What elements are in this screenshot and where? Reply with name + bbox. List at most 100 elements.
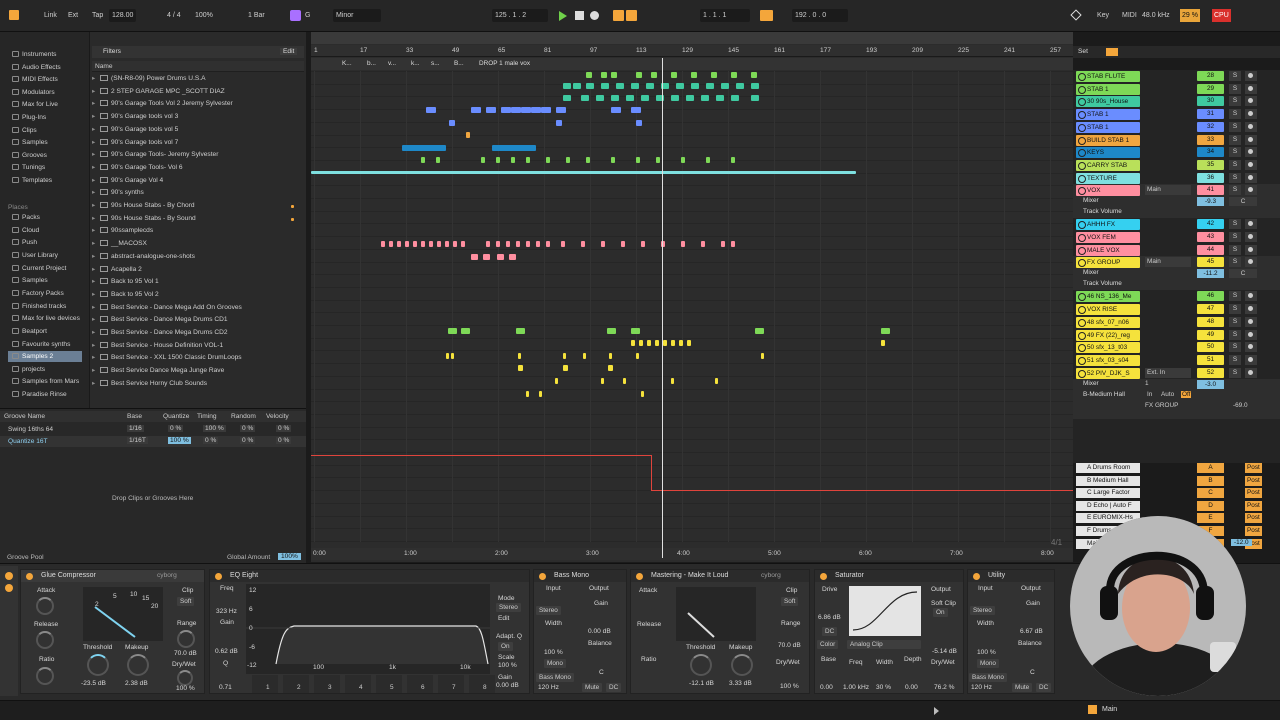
glue-threshold-value[interactable]: -23.5 dB (81, 680, 106, 687)
play-icon[interactable] (559, 11, 567, 21)
clip[interactable] (531, 107, 541, 113)
solo-button[interactable]: S (1229, 367, 1241, 378)
mastering-threshold-knob[interactable] (690, 654, 712, 676)
track-volume-select[interactable]: Track Volume (1083, 208, 1122, 215)
track-name[interactable]: STAB 1 (1076, 83, 1140, 95)
return-post[interactable]: Post (1245, 463, 1262, 473)
track-name[interactable]: MALE VOX (1076, 244, 1140, 256)
saturator-title[interactable]: Saturator (815, 570, 963, 582)
clip[interactable] (471, 107, 481, 113)
track-header[interactable]: 30 90s_House 30 S (1073, 95, 1280, 108)
groove-random[interactable]: 0 % (240, 425, 256, 432)
category-8[interactable]: Grooves (12, 150, 47, 161)
return-name[interactable]: C Large Factor (1076, 488, 1140, 499)
category-2[interactable]: MIDI Effects (12, 74, 58, 85)
track-number[interactable]: 33 (1197, 134, 1224, 145)
bassmono-balance-value[interactable]: C (599, 669, 604, 676)
eq-band-1[interactable]: 1 (252, 675, 278, 693)
clip[interactable] (671, 95, 679, 101)
track-number[interactable]: 35 (1197, 159, 1224, 170)
clip[interactable] (536, 241, 540, 247)
mastering-makeup-knob[interactable] (731, 654, 753, 676)
clip[interactable] (563, 83, 571, 89)
place-7[interactable]: Finished tracks (12, 301, 66, 312)
groove-quantize[interactable]: 100 % (168, 437, 191, 444)
return-post[interactable]: Post (1245, 513, 1262, 524)
expand-arrow-icon[interactable]: ▸ (92, 264, 100, 277)
clip[interactable] (586, 72, 592, 78)
category-7[interactable]: Samples (12, 137, 48, 148)
clip[interactable] (641, 391, 644, 397)
place-13[interactable]: Samples from Mars (12, 376, 79, 387)
glue-ratio-knob[interactable] (36, 667, 54, 685)
clip[interactable] (481, 157, 485, 163)
eq-band-8[interactable]: 8 (469, 675, 495, 693)
volume-field[interactable]: -9.3 (1197, 197, 1224, 207)
clip[interactable] (611, 72, 617, 78)
volume-field[interactable]: -3.0 (1197, 380, 1224, 390)
utility-mute-button[interactable]: Mute (1012, 683, 1033, 692)
automation-line[interactable] (311, 455, 651, 456)
locator[interactable]: k... (411, 60, 420, 67)
clip[interactable] (691, 83, 699, 89)
clip[interactable] (701, 241, 705, 247)
return-name[interactable]: A Drums Room (1076, 463, 1140, 473)
track-header[interactable]: VOX FEM 43 S (1073, 231, 1280, 244)
mixer-select[interactable]: Mixer (1083, 269, 1099, 276)
clip[interactable] (566, 157, 570, 163)
clip[interactable] (583, 353, 586, 359)
saturator-softclip-on[interactable]: On (933, 608, 948, 617)
clip[interactable] (563, 95, 571, 101)
clip[interactable] (761, 353, 764, 359)
arm-button[interactable] (1245, 367, 1257, 378)
mastering-threshold-value[interactable]: -12.1 dB (689, 680, 714, 687)
file-row[interactable]: ▸ Best Service - Dance Mega Drums CD1 (92, 314, 304, 327)
clip[interactable] (701, 95, 709, 101)
solo-button[interactable]: S (1229, 96, 1241, 107)
saturator-output-value[interactable]: -5.14 dB (932, 648, 957, 655)
arm-button[interactable] (1245, 354, 1257, 365)
clip[interactable] (461, 328, 470, 334)
mastering-power-icon[interactable] (636, 573, 643, 580)
clip[interactable] (616, 83, 624, 89)
expand-arrow-icon[interactable]: ▸ (92, 200, 100, 213)
category-1[interactable]: Audio Effects (12, 62, 61, 73)
utility-mono-button[interactable]: Mono (977, 659, 999, 668)
tempo-field[interactable]: 128.00 (109, 9, 137, 22)
set-label[interactable]: Set (1078, 48, 1088, 55)
locator[interactable]: K... (342, 60, 352, 67)
return-letter[interactable]: D (1197, 500, 1224, 511)
clip[interactable] (461, 241, 465, 247)
return-track[interactable]: D Echo | Auto F D Post (1073, 500, 1280, 512)
saturator-depth-value[interactable]: 0.00 (905, 684, 918, 691)
clip[interactable] (511, 157, 515, 163)
automation-line[interactable] (651, 490, 1073, 491)
glue-makeup-knob[interactable] (127, 654, 149, 676)
device-param-select[interactable]: B-Medium Hall (1083, 391, 1125, 398)
record-icon[interactable] (590, 11, 599, 20)
loop-length[interactable]: 192 . 0 . 0 (792, 9, 848, 22)
texture-clip[interactable] (311, 171, 856, 174)
mastering-range-value[interactable]: 70.0 dB (778, 642, 801, 649)
clip[interactable] (516, 328, 525, 334)
solo-button[interactable]: S (1229, 304, 1241, 315)
clip[interactable] (586, 157, 590, 163)
utility-width-value[interactable]: 100 % (977, 649, 996, 656)
groove-col-2[interactable]: Quantize (163, 413, 189, 420)
return-letter[interactable]: C (1197, 488, 1224, 499)
category-0[interactable]: Instruments (12, 49, 56, 60)
solo-button[interactable]: S (1229, 342, 1241, 353)
midi-map-button[interactable]: MIDI (1122, 9, 1137, 22)
clip[interactable] (751, 95, 759, 101)
place-11[interactable]: Samples 2 (8, 351, 82, 363)
groove-velocity[interactable]: 0 % (276, 437, 292, 444)
glue-drywet-knob[interactable] (177, 670, 193, 686)
solo-button[interactable]: S (1229, 219, 1241, 230)
utility-freq-value[interactable]: 120 Hz (971, 684, 992, 691)
track-input[interactable]: Ext. In (1145, 367, 1191, 378)
clip[interactable] (601, 241, 605, 247)
track-input[interactable]: Main (1145, 257, 1191, 268)
groove-row[interactable]: Quantize 16T 1/16T 100 % 0 % 0 % 0 % (0, 436, 306, 447)
clip[interactable] (715, 378, 718, 384)
clip[interactable] (671, 72, 677, 78)
